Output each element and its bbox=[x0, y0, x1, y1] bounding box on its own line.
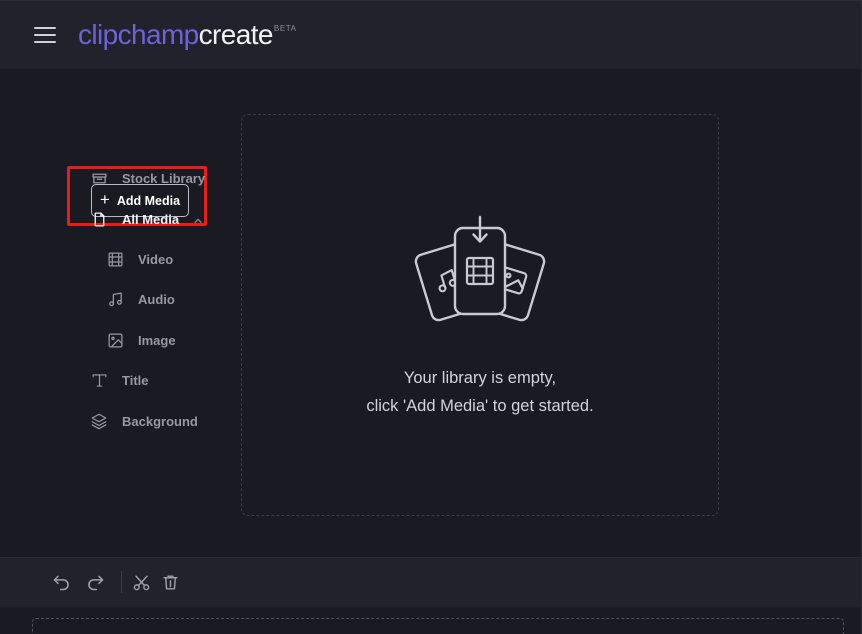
image-icon bbox=[104, 329, 126, 351]
toolbar-top-divider bbox=[0, 557, 862, 558]
toolbar-divider bbox=[121, 571, 122, 593]
brand-name-clipchamp: clipchamp bbox=[78, 18, 199, 50]
sidebar-item-video[interactable]: Video bbox=[104, 244, 173, 274]
sidebar-item-label: Title bbox=[122, 372, 149, 388]
beta-badge: BETA bbox=[273, 23, 297, 33]
undo-arrow-icon[interactable] bbox=[48, 569, 74, 595]
film-strip-icon bbox=[104, 248, 126, 270]
sidebar-item-title[interactable]: Title bbox=[88, 365, 149, 395]
empty-library-line-2: click 'Add Media' to get started. bbox=[366, 397, 594, 415]
sidebar-item-label: All Media bbox=[122, 211, 180, 227]
sidebar-item-label: Background bbox=[122, 413, 198, 429]
sidebar-item-all-media[interactable]: All Media bbox=[88, 204, 203, 234]
upload-media-cards-icon bbox=[395, 210, 565, 340]
hamburger-line bbox=[34, 33, 56, 36]
sidebar-item-image[interactable]: Image bbox=[104, 325, 176, 355]
editor-toolbar bbox=[0, 557, 862, 607]
hamburger-menu-icon[interactable] bbox=[34, 26, 56, 43]
sidebar-item-label: Audio bbox=[138, 291, 175, 307]
timeline-area bbox=[0, 607, 862, 634]
empty-library-line-1: Your library is empty, bbox=[403, 369, 557, 387]
trash-can-icon[interactable] bbox=[157, 569, 183, 595]
brand-name-create: create bbox=[198, 18, 274, 50]
sidebar-item-label: Image bbox=[138, 332, 176, 348]
layers-icon bbox=[88, 410, 110, 432]
sidebar-item-label: Video bbox=[138, 251, 174, 267]
hamburger-line bbox=[34, 40, 56, 43]
clipchamp-create-app: clipchamp create BETA + Add Media Stock Li… bbox=[0, 0, 862, 634]
header-top-divider bbox=[0, 0, 862, 1]
redo-arrow-icon[interactable] bbox=[82, 569, 108, 595]
music-note-icon bbox=[104, 288, 126, 310]
timeline-drop-zone[interactable] bbox=[32, 618, 844, 634]
inbox-icon bbox=[88, 167, 110, 189]
app-header: clipchamp create BETA bbox=[0, 0, 862, 69]
scissors-icon[interactable] bbox=[128, 569, 154, 595]
hamburger-line bbox=[34, 26, 56, 29]
empty-library-message: Your library is empty, click 'Add Media'… bbox=[366, 364, 593, 420]
sidebar-item-label: Stock Library bbox=[122, 170, 206, 186]
sidebar-item-background[interactable]: Background bbox=[88, 406, 198, 436]
sidebar-item-audio[interactable]: Audio bbox=[104, 284, 175, 314]
document-icon bbox=[88, 208, 110, 230]
media-library-panel[interactable]: Your library is empty, click 'Add Media'… bbox=[241, 114, 719, 516]
text-t-icon bbox=[88, 369, 110, 391]
chevron-up-icon[interactable] bbox=[193, 214, 203, 224]
brand-logo[interactable]: clipchamp create BETA bbox=[78, 19, 297, 51]
sidebar-item-stock-library[interactable]: Stock Library bbox=[88, 163, 205, 193]
media-sidebar: + Add Media Stock Library All Media Vide… bbox=[0, 69, 222, 556]
